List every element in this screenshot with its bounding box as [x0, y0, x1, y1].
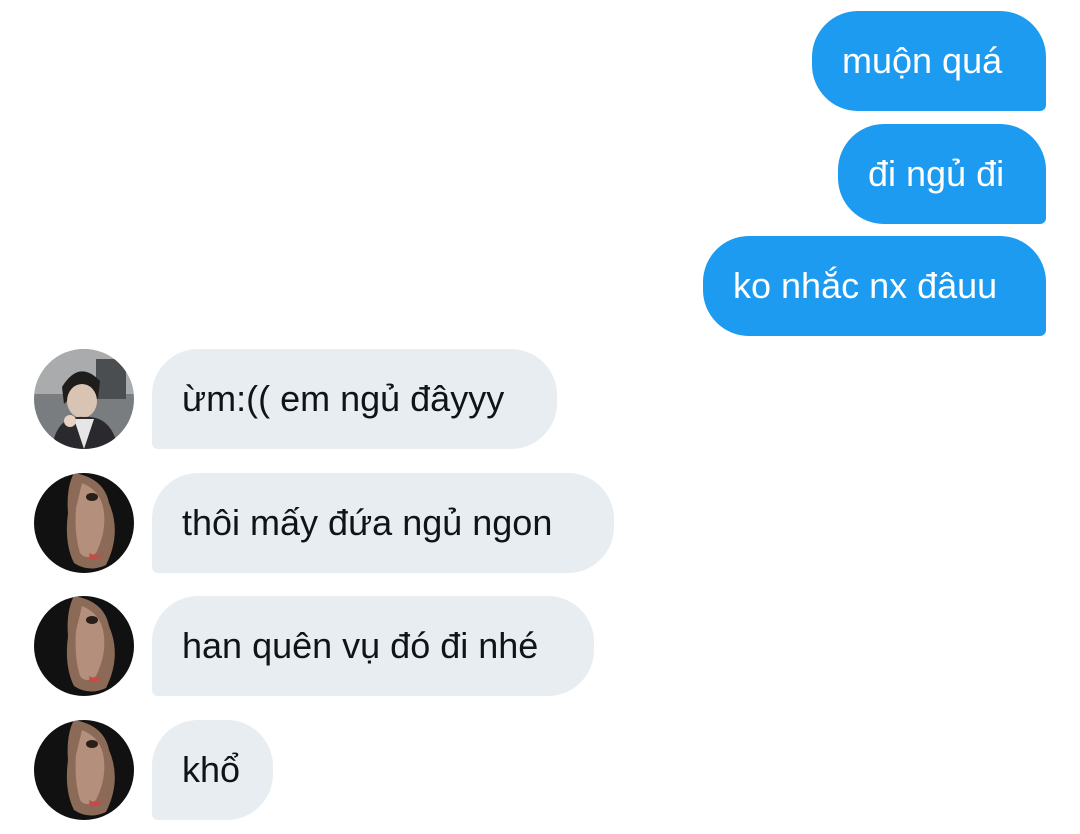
outgoing-message[interactable]: muộn quá: [812, 11, 1046, 111]
avatar-photo-face[interactable]: [34, 596, 134, 696]
incoming-message[interactable]: han quên vụ đó đi nhé: [152, 596, 594, 696]
avatar-image: [34, 349, 134, 449]
incoming-message[interactable]: khổ: [152, 720, 273, 820]
outgoing-message[interactable]: ko nhắc nx đâuu: [703, 236, 1046, 336]
avatar-image: [34, 473, 134, 573]
avatar-photo-boy[interactable]: [34, 349, 134, 449]
message-text: đi ngủ đi: [868, 153, 1005, 194]
message-text: ừm:(( em ngủ đâyyy: [182, 378, 505, 419]
message-text: thôi mấy đứa ngủ ngon: [182, 502, 553, 543]
avatar-image: [34, 720, 134, 820]
message-text: khổ: [182, 749, 241, 790]
message-text: ko nhắc nx đâuu: [733, 265, 998, 306]
avatar-photo-face[interactable]: [34, 473, 134, 573]
avatar-photo-face[interactable]: [34, 720, 134, 820]
incoming-message[interactable]: ừm:(( em ngủ đâyyy: [152, 349, 557, 449]
message-text: muộn quá: [842, 40, 1003, 81]
outgoing-message[interactable]: đi ngủ đi: [838, 124, 1046, 224]
avatar-image: [34, 596, 134, 696]
incoming-message[interactable]: thôi mấy đứa ngủ ngon: [152, 473, 614, 573]
conversation-thread: muộn quá đi ngủ đi ko nhắc nx đâuu ừm:((…: [0, 0, 1080, 834]
message-text: han quên vụ đó đi nhé: [182, 625, 539, 666]
